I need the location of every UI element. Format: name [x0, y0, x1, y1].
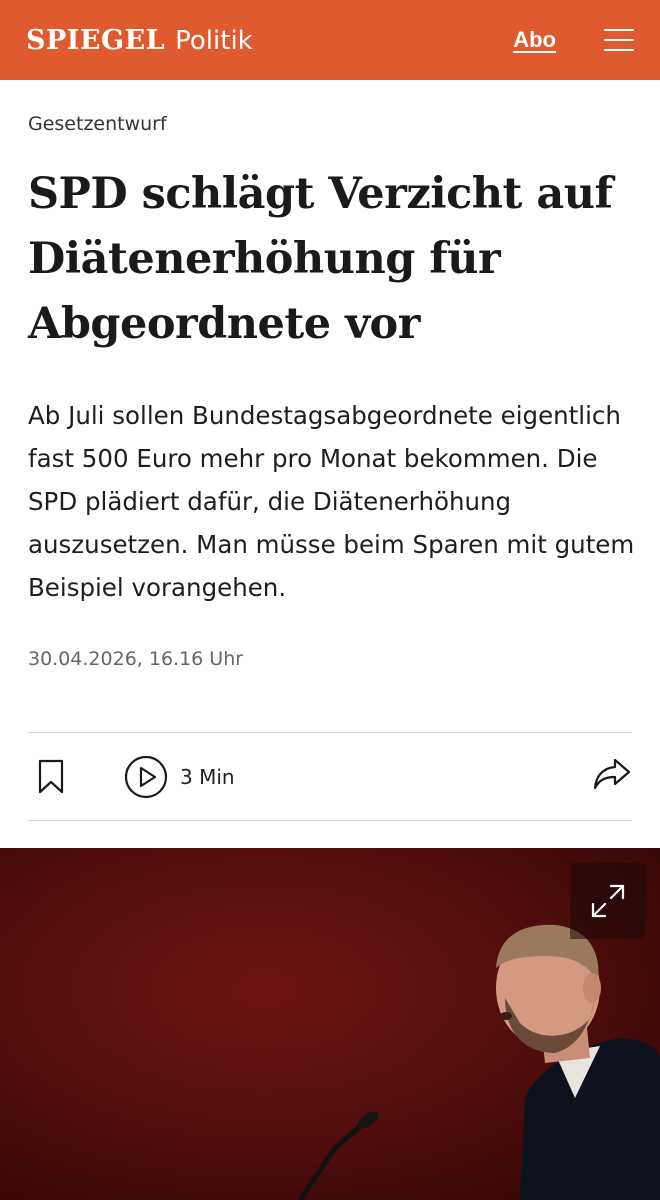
- share-arrow-icon: [593, 758, 631, 790]
- section-label[interactable]: Politik: [175, 26, 253, 56]
- bookmark-icon: [38, 759, 64, 793]
- article-toolbar: 3 Min: [28, 733, 632, 820]
- top-navigation-bar: SPIEGEL Politik Abo: [0, 0, 660, 80]
- hero-image[interactable]: [0, 848, 660, 1200]
- article-kicker: Gesetzentwurf: [28, 113, 167, 135]
- publish-date: 30.04.2026, 16.16 Uhr: [28, 648, 244, 670]
- bookmark-button[interactable]: [36, 757, 66, 797]
- audio-duration: 3 Min: [180, 764, 235, 789]
- expand-image-button[interactable]: [570, 863, 646, 939]
- article-lead: Ab Juli sollen Bundestagsabgeordnete eig…: [28, 401, 635, 602]
- share-button[interactable]: [592, 756, 632, 797]
- hamburger-menu-icon[interactable]: [604, 29, 634, 51]
- play-circle-icon: [124, 755, 168, 798]
- expand-icon: [591, 884, 625, 918]
- audio-play-button[interactable]: 3 Min: [124, 755, 235, 799]
- menu-line: [604, 49, 634, 51]
- menu-line: [604, 39, 634, 41]
- toolbar-bottom-divider: [28, 820, 632, 821]
- brand[interactable]: SPIEGEL Politik: [26, 25, 253, 56]
- article-headline: SPD schlägt Verzicht auf Diätenerhöhung …: [28, 169, 613, 349]
- spiegel-logo[interactable]: SPIEGEL: [26, 25, 165, 56]
- abo-link[interactable]: Abo: [513, 27, 556, 53]
- menu-line: [604, 29, 634, 31]
- hero-photo-illustration: [297, 924, 660, 1200]
